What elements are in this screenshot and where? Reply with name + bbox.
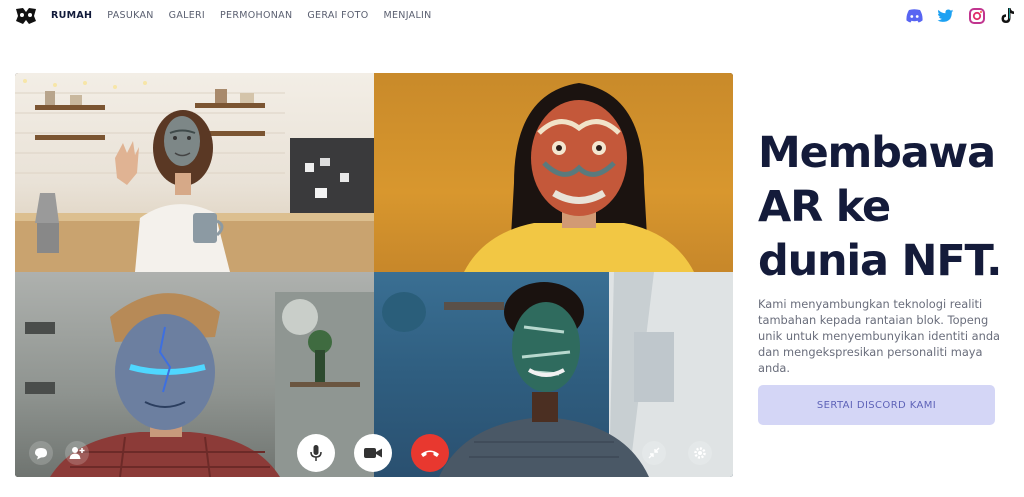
twitter-icon[interactable] [937,7,954,24]
hero-description: Kami menyambungkan teknologi realiti tam… [758,297,1001,375]
settings-icon[interactable] [688,441,712,465]
tiktok-icon[interactable] [999,7,1016,24]
microphone-icon[interactable] [297,434,335,472]
discord-icon[interactable] [906,7,923,24]
end-call-icon[interactable] [411,434,449,472]
top-nav: RUMAH PASUKAN GALERI PERMOHONAN GERAI FO… [0,0,1024,34]
nav-link-rumah[interactable]: RUMAH [51,10,92,21]
video-tile-orange[interactable] [374,73,733,272]
minimize-icon[interactable] [642,441,666,465]
nav-link-pasukan[interactable]: PASUKAN [107,10,153,21]
nav-link-menjalin[interactable]: MENJALIN [384,10,432,21]
video-tile-kitchen[interactable] [15,73,374,272]
hero-headline: Membawa AR ke dunia NFT. [758,126,1018,288]
join-discord-button[interactable]: SERTAI DISCORD KAMI [758,385,995,425]
headline-line-1: Membawa [758,128,996,178]
chat-icon[interactable] [29,441,53,465]
headline-line-2: AR ke [758,182,891,232]
video-camera-icon[interactable] [354,434,392,472]
kitchen-scene-image [15,79,374,272]
video-call-grid [15,73,733,477]
nav-links: RUMAH PASUKAN GALERI PERMOHONAN GERAI FO… [51,10,447,21]
nav-link-gerai-foto[interactable]: GERAI FOTO [307,10,368,21]
social-links [906,7,1016,24]
nav-link-galeri[interactable]: GALERI [169,10,205,21]
nav-link-permohonan[interactable]: PERMOHONAN [220,10,292,21]
call-controls-bar [15,417,733,477]
instagram-icon[interactable] [968,7,985,24]
add-user-icon[interactable] [65,441,89,465]
brand-logo-icon[interactable] [15,7,37,25]
orange-scene-image [464,83,694,272]
headline-line-3: dunia NFT. [758,236,1002,286]
